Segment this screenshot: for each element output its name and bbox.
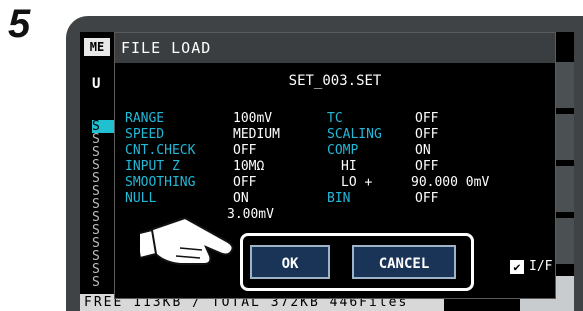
value-range: 100mV — [233, 111, 273, 126]
value-input-z: 10MΩ — [233, 159, 265, 174]
value-comp-lo: 90.000 0mV — [411, 175, 490, 190]
step-number: 5 — [8, 2, 31, 46]
label-scaling: SCALING — [327, 127, 382, 142]
value-tc: OFF — [415, 111, 439, 126]
value-scaling: OFF — [415, 127, 439, 142]
value-comp-hi: OFF — [415, 159, 439, 174]
label-cnt-check: CNT.CHECK — [125, 143, 196, 158]
background-u-label: U — [92, 76, 101, 92]
pointing-hand-icon — [140, 216, 234, 265]
cancel-button[interactable]: CANCEL — [352, 245, 456, 279]
label-smoothing: SMOOTHING — [125, 175, 196, 190]
label-bin: BIN — [327, 191, 351, 206]
ok-button[interactable]: OK — [250, 245, 330, 279]
label-comp-hi: HI — [341, 159, 357, 174]
label-tc: TC — [327, 111, 343, 126]
label-comp: COMP — [327, 143, 359, 158]
value-smoothing: OFF — [233, 175, 257, 190]
label-range: RANGE — [125, 111, 165, 126]
dialog-title: FILE LOAD — [121, 39, 212, 57]
dialog-header: FILE LOAD — [115, 33, 555, 63]
background-title-fragment: ME — [84, 38, 110, 56]
value-speed: MEDIUM — [233, 127, 280, 142]
if-checkbox-label: I/F — [529, 259, 553, 274]
value-cnt-check: OFF — [233, 143, 257, 158]
file-name: SET_003.SET — [288, 73, 382, 89]
label-comp-lo: LO + — [341, 175, 373, 190]
label-input-z: INPUT Z — [125, 159, 180, 174]
value-bin: OFF — [415, 191, 439, 206]
label-speed: SPEED — [125, 127, 165, 142]
if-checkbox[interactable]: ✔ — [510, 260, 524, 274]
device-screen: ME U S S S S S S S S S S S S S FREE 113K… — [80, 32, 574, 311]
value-comp: ON — [415, 143, 431, 158]
